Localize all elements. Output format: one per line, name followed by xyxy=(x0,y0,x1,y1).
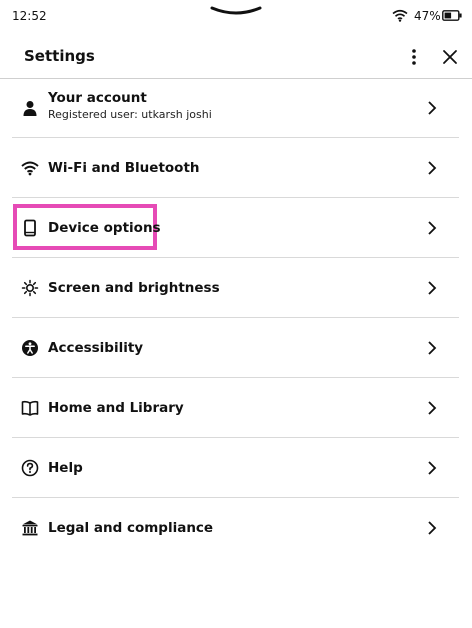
settings-item-screen-brightness[interactable]: Screen and brightness xyxy=(12,258,459,318)
wifi-icon xyxy=(21,161,39,175)
book-icon xyxy=(21,400,39,416)
chevron-right-icon xyxy=(428,340,437,355)
pull-down-handle-icon[interactable] xyxy=(206,4,266,20)
chevron-right-icon xyxy=(428,520,437,535)
settings-item-legal-compliance[interactable]: Legal and compliance xyxy=(12,498,459,557)
settings-item-label: Wi-Fi and Bluetooth xyxy=(48,159,200,176)
settings-item-wifi-bluetooth[interactable]: Wi-Fi and Bluetooth xyxy=(12,138,459,198)
chevron-right-icon xyxy=(428,460,437,475)
status-time: 12:52 xyxy=(12,9,47,23)
chevron-right-icon xyxy=(428,280,437,295)
settings-header: Settings xyxy=(0,34,472,79)
settings-item-label: Device options xyxy=(48,219,161,236)
bank-icon xyxy=(22,520,38,535)
settings-item-label: Help xyxy=(48,459,83,476)
person-icon xyxy=(23,100,37,116)
settings-item-help[interactable]: Help xyxy=(12,438,459,498)
accessibility-icon xyxy=(22,339,38,356)
settings-item-home-library[interactable]: Home and Library xyxy=(12,378,459,438)
status-bar: 12:52 47% xyxy=(0,0,472,34)
wifi-status-icon xyxy=(392,9,408,22)
help-icon xyxy=(21,459,39,476)
settings-item-label: Home and Library xyxy=(48,399,184,416)
chevron-right-icon xyxy=(428,400,437,415)
page-title: Settings xyxy=(24,47,95,65)
chevron-right-icon xyxy=(428,100,437,115)
battery-percentage: 47% xyxy=(414,9,441,23)
settings-item-label: Your account xyxy=(48,90,147,106)
settings-item-device-options[interactable]: Device options xyxy=(12,198,459,258)
battery-icon xyxy=(442,10,462,21)
settings-item-label: Screen and brightness xyxy=(48,279,220,296)
settings-item-label: Accessibility xyxy=(48,339,144,356)
settings-item-accessibility[interactable]: Accessibility xyxy=(12,318,459,378)
settings-item-label: Legal and compliance xyxy=(48,519,214,536)
device-icon xyxy=(24,219,36,236)
close-icon[interactable] xyxy=(440,47,460,67)
settings-list: Your account Registered user: utkarsh jo… xyxy=(12,78,459,557)
chevron-right-icon xyxy=(428,220,437,235)
settings-item-sublabel: Registered user: utkarsh joshi xyxy=(48,108,212,121)
brightness-icon xyxy=(21,279,39,296)
chevron-right-icon xyxy=(428,160,437,175)
settings-item-your-account[interactable]: Your account Registered user: utkarsh jo… xyxy=(12,78,459,138)
more-options-icon[interactable] xyxy=(404,46,424,68)
